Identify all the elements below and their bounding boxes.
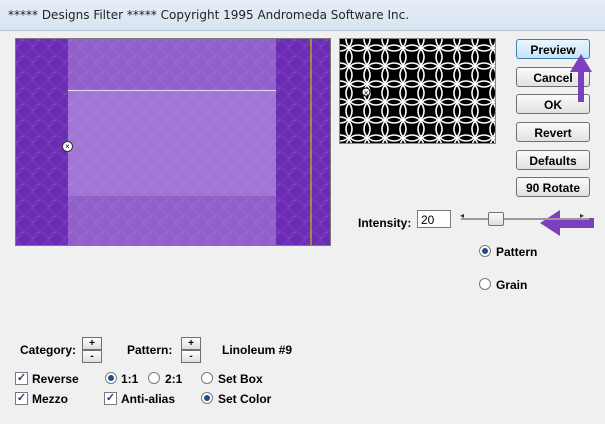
revert-button[interactable]: Revert — [516, 122, 590, 142]
scale-2-1-radio[interactable] — [148, 372, 160, 384]
preview-edge-stripe — [310, 39, 312, 245]
intensity-slider-track[interactable] — [461, 218, 589, 220]
rotate-90-button[interactable]: 90 Rotate — [516, 177, 590, 197]
window-title: ***** Designs Filter ***** Copyright 199… — [8, 8, 410, 22]
category-plus-button[interactable]: + — [82, 337, 102, 350]
slider-left-arrow-icon[interactable]: ◂ — [460, 211, 464, 220]
pattern-label: Pattern: — [127, 343, 173, 357]
grain-radio-label: Grain — [496, 278, 528, 292]
image-preview[interactable]: × — [15, 38, 331, 246]
category-minus-button[interactable]: - — [82, 350, 102, 363]
up-arrow-annotation-icon — [570, 54, 592, 102]
scale-1-1-label: 1:1 — [121, 372, 139, 386]
intensity-input[interactable]: 20 — [417, 210, 451, 228]
set-box-radio[interactable] — [201, 372, 213, 384]
reverse-label: Reverse — [32, 372, 79, 386]
intensity-label: Intensity: — [358, 216, 412, 230]
antialias-label: Anti-alias — [121, 392, 176, 406]
current-pattern-name: Linoleum #9 — [222, 343, 293, 357]
scale-1-1-radio[interactable] — [105, 372, 117, 384]
antialias-checkbox[interactable]: ✓ — [104, 392, 117, 405]
preview-center-marker-icon[interactable]: × — [62, 141, 73, 152]
pattern-spinner: + - — [181, 337, 201, 363]
circle-pattern-icon: × — [340, 39, 495, 143]
preview-line — [68, 90, 276, 91]
category-spinner: + - — [82, 337, 102, 363]
reverse-checkbox[interactable]: ✓ — [15, 372, 28, 385]
svg-text:×: × — [363, 89, 369, 97]
pattern-radio-label: Pattern — [496, 245, 538, 259]
intensity-slider-thumb[interactable] — [488, 212, 505, 226]
pattern-radio[interactable] — [479, 245, 491, 257]
category-label: Category: — [20, 343, 77, 357]
set-color-radio[interactable] — [201, 392, 213, 404]
mezzo-checkbox[interactable]: ✓ — [15, 392, 28, 405]
scale-2-1-label: 2:1 — [165, 372, 183, 386]
defaults-button[interactable]: Defaults — [516, 150, 590, 170]
pattern-thumbnail[interactable]: × — [339, 38, 496, 144]
preview-highlight-inner — [68, 91, 276, 196]
slider-right-arrow-icon[interactable]: ▸ — [580, 211, 584, 220]
left-arrow-annotation-icon — [540, 210, 594, 236]
pattern-minus-button[interactable]: - — [181, 350, 201, 363]
mezzo-label: Mezzo — [32, 392, 68, 406]
set-color-label: Set Color — [218, 392, 272, 406]
set-box-label: Set Box — [218, 372, 263, 386]
pattern-plus-button[interactable]: + — [181, 337, 201, 350]
title-bar: ***** Designs Filter ***** Copyright 199… — [0, 0, 605, 31]
grain-radio[interactable] — [479, 278, 491, 290]
